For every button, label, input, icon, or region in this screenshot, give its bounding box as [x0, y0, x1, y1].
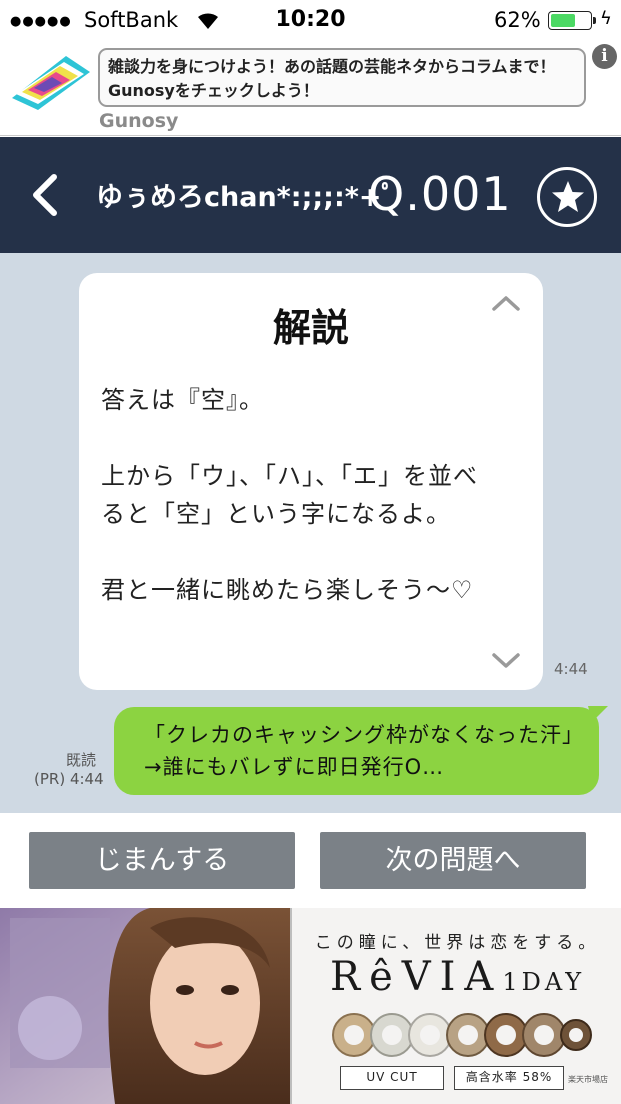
info-icon[interactable]: i [592, 44, 617, 69]
read-receipt: 既読 [66, 751, 97, 769]
pr-message-bubble[interactable]: 「クレカのキャッシング枠がなくなった汗」→誰にもバレずに即日発行O… [114, 707, 599, 795]
ad-source-label: Gunosy [99, 110, 179, 132]
store-label: 楽天市場店 [568, 1075, 608, 1084]
ad-message: 雑談力を身につけよう！あの話題の芸能ネタからコラムまで！Gunosyをチェックし… [98, 48, 586, 107]
battery-level [551, 14, 575, 27]
action-buttons: じまんする 次の問題へ [0, 813, 621, 908]
explanation-card: 解説 答えは『空』。 上から「ウ」、「ハ」、「エ」を並べると「空」という字になる… [79, 273, 543, 690]
quiz-header: ゆぅめろchan*:;;;:*+ﾟ Q.001 [0, 137, 621, 253]
brand-suffix: 1DAY [502, 968, 586, 996]
expand-chevron-down-icon[interactable] [491, 651, 521, 671]
explanation-body: 答えは『空』。 上から「ウ」、「ハ」、「エ」を並べると「空」という字になるよ。 … [101, 381, 501, 609]
contact-lenses-image [332, 1013, 592, 1057]
explanation-title: 解説 [272, 306, 349, 350]
message-timestamp: 4:44 [554, 660, 588, 678]
ad-tagline: この瞳に、世界は恋をする。 [314, 933, 601, 953]
star-icon [552, 181, 584, 212]
top-banner-ad[interactable]: 雑談力を身につけよう！あの話題の芸能ネタからコラムまで！Gunosyをチェックし… [0, 40, 621, 136]
uv-cut-tag: UV CUT [340, 1066, 444, 1090]
ad-brand-name: RêVIA1DAY [292, 954, 621, 1000]
status-bar: ●●●●● SoftBank 10:20 62% ϟ [0, 0, 621, 40]
collapse-chevron-up-icon[interactable] [491, 293, 521, 313]
bottom-banner-ad[interactable]: この瞳に、世界は恋をする。 RêVIA1DAY UV CUT 高含水率 58% … [0, 908, 621, 1104]
battery-icon [548, 11, 592, 30]
brand-main: RêVIA [329, 954, 503, 1000]
gunosy-logo-icon [12, 56, 90, 110]
next-question-button[interactable]: 次の問題へ [320, 832, 586, 889]
boast-button[interactable]: じまんする [29, 832, 295, 889]
explanation-paragraph: 答えは『空』。 [101, 386, 264, 414]
battery-tip [593, 17, 596, 24]
explanation-paragraph: 上から「ウ」、「ハ」、「エ」を並べると「空」という字になるよ。 [101, 462, 478, 528]
chat-area[interactable]: 解説 答えは『空』。 上から「ウ」、「ハ」、「エ」を並べると「空」という字になる… [0, 253, 621, 813]
ad-product-panel: この瞳に、世界は恋をする。 RêVIA1DAY UV CUT 高含水率 58% … [290, 908, 621, 1104]
explanation-paragraph: 君と一緒に眺めたら楽しそう〜♡ [101, 576, 474, 604]
question-number: Q.001 [368, 167, 512, 221]
battery-percent: 62% [494, 8, 541, 32]
ad-model-photo [0, 908, 290, 1104]
favorite-star-button[interactable] [537, 167, 597, 227]
water-content-tag: 高含水率 58% [454, 1066, 564, 1090]
bolt-icon: ϟ [600, 8, 612, 29]
pr-timestamp: (PR) 4:44 [34, 770, 104, 788]
conversation-title: ゆぅめろchan*:;;;:*+ﾟ [96, 182, 396, 213]
back-chevron-icon[interactable] [28, 173, 62, 217]
